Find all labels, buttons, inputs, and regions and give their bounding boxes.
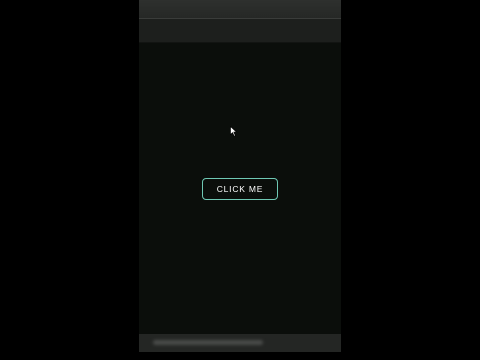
blurred-caption [153,340,263,345]
toolbar [139,19,341,43]
mouse-pointer-icon [230,126,238,137]
letterbox-bottom [139,352,341,360]
title-strip [139,0,341,19]
click-me-button[interactable]: CLICK ME [202,178,278,200]
bottom-bar [139,334,341,352]
app-viewport: CLICK ME [139,0,341,360]
main-content: CLICK ME [139,43,341,334]
click-me-button-label: CLICK ME [216,184,264,194]
